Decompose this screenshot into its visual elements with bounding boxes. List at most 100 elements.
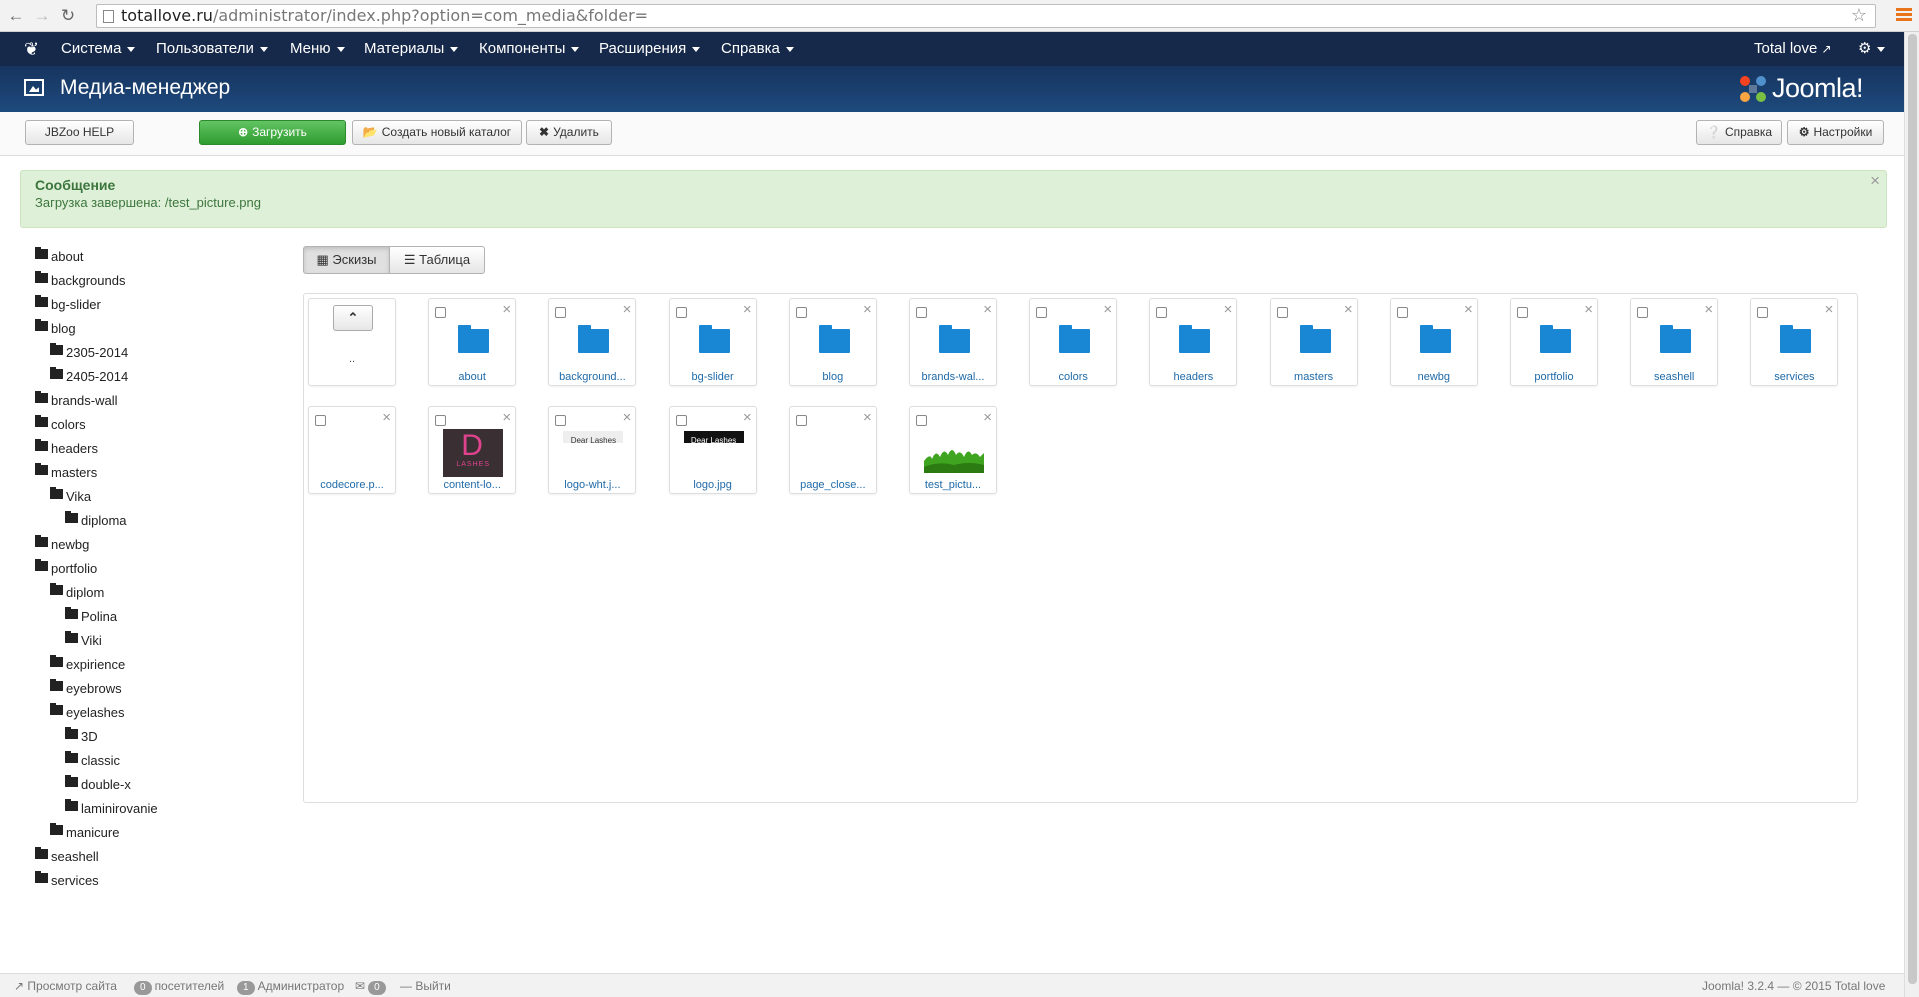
tree-item[interactable]: masters bbox=[35, 463, 97, 482]
file-tile[interactable]: × test_pictu... bbox=[909, 406, 997, 494]
select-checkbox[interactable] bbox=[795, 415, 807, 426]
delete-icon[interactable]: × bbox=[983, 301, 992, 318]
select-checkbox[interactable] bbox=[555, 415, 567, 426]
select-checkbox[interactable] bbox=[1637, 307, 1649, 318]
delete-icon[interactable]: × bbox=[502, 301, 511, 318]
tree-item[interactable]: colors bbox=[35, 415, 86, 434]
tree-item[interactable]: classic bbox=[65, 751, 120, 770]
select-checkbox[interactable] bbox=[916, 307, 927, 318]
delete-icon[interactable]: × bbox=[502, 409, 511, 426]
folder-tile[interactable]: × blog bbox=[788, 298, 877, 386]
user-settings-menu[interactable]: ⚙ bbox=[1858, 32, 1886, 66]
menu-users[interactable]: Пользователи bbox=[156, 32, 268, 66]
page-scrollbar[interactable] bbox=[1904, 32, 1919, 997]
item-label[interactable]: masters bbox=[1271, 371, 1357, 383]
item-label[interactable]: brands-wal... bbox=[910, 371, 996, 383]
item-label[interactable]: headers bbox=[1150, 371, 1236, 383]
logout-link[interactable]: — Выйти bbox=[400, 979, 451, 993]
delete-icon[interactable]: × bbox=[623, 409, 632, 426]
folder-tile[interactable]: × masters bbox=[1269, 298, 1358, 386]
tree-item[interactable]: services bbox=[35, 871, 99, 890]
tree-item[interactable]: diplom bbox=[50, 583, 104, 602]
delete-icon[interactable]: × bbox=[863, 301, 872, 318]
folder-tile[interactable]: × newbg bbox=[1389, 298, 1478, 386]
delete-icon[interactable]: × bbox=[1825, 301, 1834, 318]
select-checkbox[interactable] bbox=[435, 415, 447, 426]
tree-item[interactable]: brands-wall bbox=[35, 391, 117, 410]
file-tile[interactable]: × codecore.p... bbox=[308, 406, 396, 494]
item-label[interactable]: test_pictu... bbox=[910, 479, 996, 491]
delete-icon[interactable]: × bbox=[743, 301, 752, 318]
file-tile[interactable]: Dear Lashes × logo.jpg bbox=[668, 406, 757, 494]
menu-extensions[interactable]: Расширения bbox=[599, 32, 701, 66]
file-tile[interactable]: Dear Lashes × logo-wht.j... bbox=[548, 406, 637, 494]
chevron-up-icon[interactable]: ⌃ bbox=[333, 305, 373, 331]
tree-item[interactable]: double-x bbox=[65, 775, 131, 794]
select-checkbox[interactable] bbox=[315, 415, 326, 426]
scrollbar-thumb[interactable] bbox=[1908, 34, 1917, 984]
bookmark-star-icon[interactable]: ☆ bbox=[1851, 5, 1867, 27]
folder-tile[interactable]: × headers bbox=[1149, 298, 1238, 386]
tree-item[interactable]: 2305-2014 bbox=[50, 343, 128, 362]
folder-up-tile[interactable]: ⌃.. bbox=[308, 298, 396, 386]
tree-item[interactable]: blog bbox=[35, 319, 76, 338]
tree-item[interactable]: eyelashes bbox=[50, 703, 125, 722]
delete-icon[interactable]: × bbox=[1704, 301, 1713, 318]
tree-item[interactable]: about bbox=[35, 247, 84, 266]
delete-icon[interactable]: × bbox=[382, 409, 391, 426]
reload-icon[interactable]: ↻ bbox=[58, 6, 78, 26]
item-label[interactable]: newbg bbox=[1391, 371, 1477, 383]
help-button[interactable]: ❔ Справка bbox=[1696, 120, 1782, 145]
delete-icon[interactable]: × bbox=[983, 409, 992, 426]
tree-item[interactable]: seashell bbox=[35, 847, 99, 866]
item-label[interactable]: logo-wht.j... bbox=[549, 479, 635, 491]
tree-item[interactable]: bg-slider bbox=[35, 295, 101, 314]
select-checkbox[interactable] bbox=[795, 307, 807, 318]
tree-item[interactable]: diploma bbox=[65, 511, 127, 530]
close-icon[interactable]: × bbox=[1870, 171, 1880, 191]
tree-item[interactable]: Vika bbox=[50, 487, 91, 506]
back-arrow-icon[interactable]: ← bbox=[6, 6, 26, 26]
tree-item[interactable]: Polina bbox=[65, 607, 117, 626]
tree-item[interactable]: eyebrows bbox=[50, 679, 122, 698]
file-tile[interactable]: × page_close... bbox=[788, 406, 877, 494]
item-label[interactable]: about bbox=[429, 371, 515, 383]
select-checkbox[interactable] bbox=[1276, 307, 1288, 318]
select-checkbox[interactable] bbox=[675, 415, 687, 426]
item-label[interactable]: blog bbox=[790, 371, 876, 383]
view-table-button[interactable]: ☰ Таблица bbox=[389, 246, 485, 274]
menu-help[interactable]: Справка bbox=[721, 32, 794, 66]
delete-icon[interactable]: × bbox=[1224, 301, 1233, 318]
file-tile[interactable]: D LASHES × content-lo... bbox=[428, 406, 517, 494]
options-button[interactable]: ⚙ Настройки bbox=[1787, 120, 1884, 145]
view-thumbs-button[interactable]: ▦ Эскизы bbox=[303, 246, 390, 274]
delete-icon[interactable]: × bbox=[743, 409, 752, 426]
select-checkbox[interactable] bbox=[675, 307, 687, 318]
address-bar[interactable]: totallove.ru/administrator/index.php?opt… bbox=[96, 4, 1876, 28]
tree-item[interactable]: 3D bbox=[65, 727, 98, 746]
folder-tile[interactable]: × seashell bbox=[1630, 298, 1719, 386]
tree-item[interactable]: 2405-2014 bbox=[50, 367, 128, 386]
item-label[interactable]: codecore.p... bbox=[309, 479, 395, 491]
jbzoo-help-button[interactable]: JBZoo HELP bbox=[25, 120, 134, 145]
tree-item[interactable]: headers bbox=[35, 439, 98, 458]
select-checkbox[interactable] bbox=[1396, 307, 1408, 318]
select-checkbox[interactable] bbox=[1517, 307, 1528, 318]
tree-item[interactable]: laminirovanie bbox=[65, 799, 158, 818]
folder-tile[interactable]: × portfolio bbox=[1510, 298, 1598, 386]
delete-icon[interactable]: × bbox=[623, 301, 632, 318]
folder-tile[interactable]: × colors bbox=[1029, 298, 1118, 386]
select-checkbox[interactable] bbox=[1036, 307, 1048, 318]
item-label[interactable]: background... bbox=[549, 371, 635, 383]
select-checkbox[interactable] bbox=[1757, 307, 1769, 318]
select-checkbox[interactable] bbox=[435, 307, 447, 318]
folder-tile[interactable]: × bg-slider bbox=[668, 298, 757, 386]
menu-system[interactable]: Система bbox=[61, 32, 136, 66]
menu-content[interactable]: Материалы bbox=[364, 32, 459, 66]
item-label[interactable]: seashell bbox=[1631, 371, 1717, 383]
tree-item[interactable]: newbg bbox=[35, 535, 89, 554]
delete-icon[interactable]: × bbox=[1464, 301, 1473, 318]
select-checkbox[interactable] bbox=[555, 307, 567, 318]
delete-button[interactable]: ✖ Удалить bbox=[526, 120, 612, 145]
tree-item[interactable]: manicure bbox=[50, 823, 119, 842]
